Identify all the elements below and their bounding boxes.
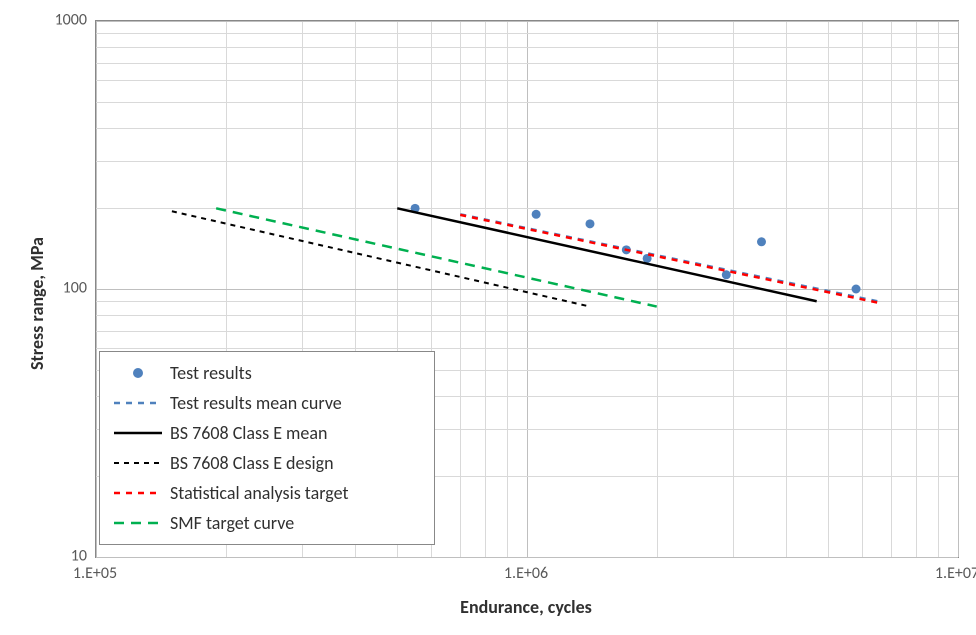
legend-label: Test results — [170, 362, 252, 384]
solid-line-icon — [112, 423, 164, 443]
sn-chart: Stress range, MPa Endurance, cycles 1.E+… — [0, 0, 976, 635]
legend-label: BS 7608 Class E design — [170, 452, 334, 474]
data-point — [722, 270, 731, 279]
y-axis-title: Stress range, MPa — [26, 237, 48, 370]
data-point — [585, 219, 594, 228]
x-axis-title: Endurance, cycles — [376, 596, 676, 618]
legend-item-stat-target: Statistical analysis target — [112, 478, 422, 508]
legend-label: Test results mean curve — [170, 392, 342, 414]
data-point — [852, 285, 861, 294]
legend-item-bs-mean: BS 7608 Class E mean — [112, 418, 422, 448]
legend-item-bs-design: BS 7608 Class E design — [112, 448, 422, 478]
y-tick-label: 100 — [63, 279, 87, 298]
scatter-marker-icon — [112, 363, 164, 383]
series-line — [172, 211, 590, 306]
legend-label: BS 7608 Class E mean — [170, 422, 327, 444]
long-dash-line-icon — [112, 513, 164, 533]
data-point — [532, 210, 541, 219]
y-tick-label: 1000 — [55, 11, 87, 30]
y-tick-label: 10 — [71, 547, 87, 566]
x-tick-label: 1.E+07 — [935, 564, 976, 583]
dashed-line-icon — [112, 483, 164, 503]
legend: Test results Test results mean curve BS … — [99, 351, 435, 545]
series-line — [397, 208, 816, 301]
data-point — [757, 237, 766, 246]
dashed-line-icon — [112, 393, 164, 413]
x-tick-label: 1.E+06 — [504, 564, 548, 583]
legend-item-smf-target: SMF target curve — [112, 508, 422, 538]
legend-label: SMF target curve — [170, 512, 294, 534]
legend-item-mean-curve: Test results mean curve — [112, 388, 422, 418]
legend-label: Statistical analysis target — [170, 482, 348, 504]
legend-item-test-results: Test results — [112, 358, 422, 388]
series-line — [460, 215, 877, 303]
short-dash-line-icon — [112, 453, 164, 473]
x-tick-label: 1.E+05 — [73, 564, 117, 583]
